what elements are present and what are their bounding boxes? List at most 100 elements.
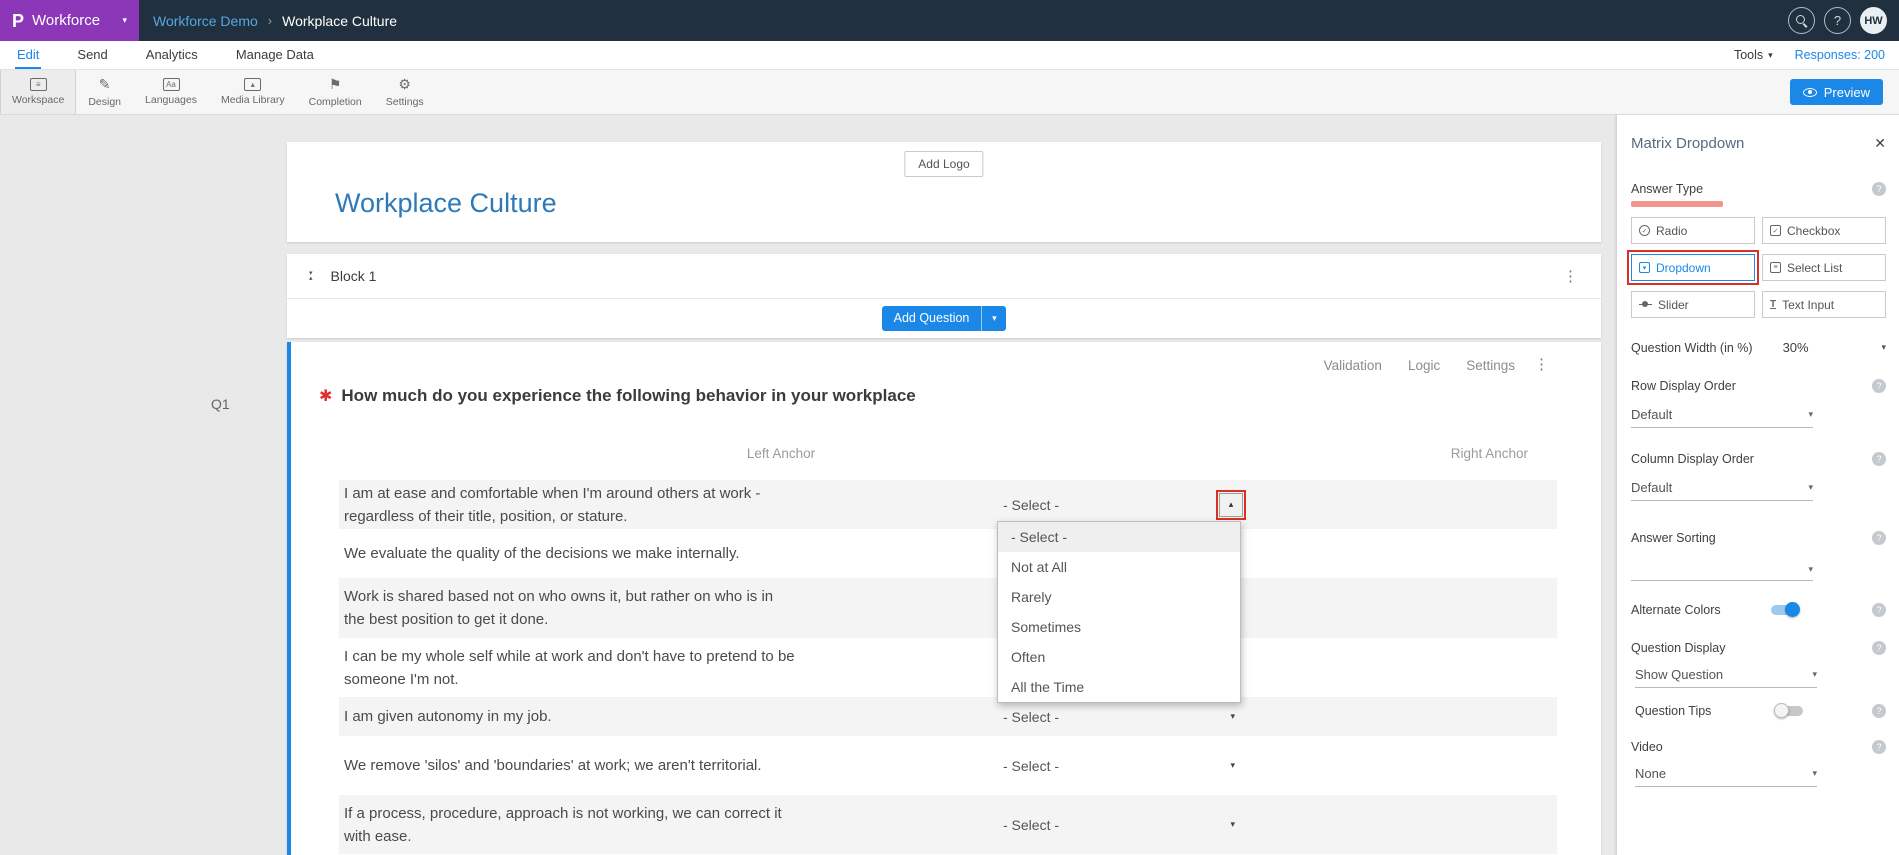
- close-icon[interactable]: ✕: [1874, 135, 1886, 152]
- tool-media-library[interactable]: ▴ Media Library: [209, 70, 297, 114]
- responses-count-link[interactable]: Responses: 200: [1795, 48, 1885, 62]
- left-anchor-label: Left Anchor: [711, 446, 851, 461]
- dropdown-option-select[interactable]: - Select -: [998, 522, 1240, 552]
- product-menu-button[interactable]: P Workforce ▾: [0, 0, 139, 41]
- question-title[interactable]: How much do you experience the following…: [341, 386, 915, 406]
- menu-item-edit[interactable]: Edit: [15, 41, 41, 69]
- builder-toolbar: ≡ Workspace ✎ Design Aa Languages ▴ Medi…: [0, 70, 1899, 115]
- question-width-value[interactable]: 30%: [1783, 340, 1809, 355]
- dropdown-option-sometimes[interactable]: Sometimes: [998, 612, 1240, 642]
- validation-link[interactable]: Validation: [1324, 358, 1382, 373]
- question-tips-row: Question Tips ?: [1635, 704, 1886, 718]
- search-button[interactable]: [1788, 7, 1815, 34]
- settings-gear-icon: ⚙: [398, 76, 411, 93]
- column-display-order-label: Column Display Order: [1631, 452, 1754, 466]
- answer-type-slider[interactable]: Slider: [1631, 291, 1755, 318]
- panel-title: Matrix Dropdown: [1631, 135, 1744, 152]
- help-icon[interactable]: ?: [1872, 704, 1886, 718]
- answer-sorting-select[interactable]: ▾: [1631, 563, 1813, 581]
- breadcrumb-link-survey[interactable]: Workforce Demo: [153, 13, 258, 29]
- help-icon[interactable]: ?: [1872, 379, 1886, 393]
- text-input-icon: T: [1770, 299, 1776, 310]
- answer-type-checkbox[interactable]: ✓ Checkbox: [1762, 217, 1886, 244]
- tools-menu[interactable]: Tools▾: [1734, 48, 1773, 62]
- question-kebab-menu-icon[interactable]: ⋮: [1534, 355, 1549, 373]
- help-icon[interactable]: ?: [1872, 531, 1886, 545]
- properties-panel: Matrix Dropdown ✕ Answer Type ? ✓ Radio …: [1617, 115, 1899, 855]
- video-select[interactable]: None ▾: [1635, 766, 1817, 787]
- answer-sorting-label: Answer Sorting: [1631, 531, 1716, 545]
- dropdown-option-rarely[interactable]: Rarely: [998, 582, 1240, 612]
- chevron-down-icon: ▾: [1812, 670, 1817, 679]
- answer-type-dropdown[interactable]: ▾ Dropdown: [1631, 254, 1755, 281]
- help-icon[interactable]: ?: [1872, 452, 1886, 466]
- answer-type-select-list[interactable]: ≡ Select List: [1762, 254, 1886, 281]
- tool-workspace[interactable]: ≡ Workspace: [0, 70, 76, 114]
- chevron-down-icon: ▾: [1812, 769, 1817, 778]
- question-width-row: Question Width (in %) 30% ▾: [1631, 340, 1886, 355]
- checkbox-icon: ✓: [1770, 225, 1781, 236]
- workspace-icon: ≡: [30, 78, 47, 91]
- dropdown-option-not-at-all[interactable]: Not at All: [998, 552, 1240, 582]
- chevron-down-icon: ▾: [992, 314, 997, 323]
- tool-languages[interactable]: Aa Languages: [133, 70, 209, 114]
- dropdown-option-often[interactable]: Often: [998, 642, 1240, 672]
- row-display-order-label: Row Display Order: [1631, 379, 1736, 393]
- answer-type-text-input[interactable]: T Text Input: [1762, 291, 1886, 318]
- collapse-block-icon[interactable]: ▾▴: [309, 271, 313, 281]
- question-display-select[interactable]: Show Question ▾: [1635, 667, 1817, 688]
- answer-type-grid: ✓ Radio ✓ Checkbox ▾ Dropdown ≡ Select L…: [1631, 217, 1886, 318]
- matrix-row-4: I can be my whole self while at work and…: [339, 638, 1557, 697]
- dropdown-option-all-the-time[interactable]: All the Time: [998, 672, 1240, 702]
- preview-button[interactable]: Preview: [1790, 79, 1883, 105]
- chevron-down-icon[interactable]: ▾: [1881, 343, 1886, 352]
- column-display-order-select[interactable]: Default ▾: [1631, 480, 1813, 501]
- video-label: Video: [1631, 740, 1663, 754]
- search-icon: [1795, 14, 1808, 27]
- tool-settings[interactable]: ⚙ Settings: [374, 70, 436, 114]
- matrix-row-1: I am at ease and comfortable when I'm ar…: [339, 480, 1557, 529]
- row-6-select[interactable]: - Select - ▾: [1003, 758, 1243, 774]
- breadcrumb-current: Workplace Culture: [282, 13, 397, 29]
- add-question-split-button: Add Question ▾: [882, 306, 1007, 331]
- settings-link[interactable]: Settings: [1466, 358, 1515, 373]
- matrix-row-7: If a process, procedure, approach is not…: [339, 795, 1557, 854]
- survey-canvas: Add Logo Workplace Culture ▾▴ Block 1 ⋮ …: [0, 115, 1617, 855]
- alternate-colors-row: Alternate Colors ?: [1631, 603, 1886, 617]
- question-actions: Validation Logic Settings: [1324, 358, 1515, 373]
- alternate-colors-toggle[interactable]: [1771, 603, 1799, 617]
- help-button[interactable]: ?: [1824, 7, 1851, 34]
- tool-completion[interactable]: ⚑ Completion: [297, 70, 374, 114]
- menu-item-analytics[interactable]: Analytics: [144, 41, 200, 69]
- matrix-row-3: Work is shared based not on who owns it,…: [339, 578, 1557, 638]
- menu-item-send[interactable]: Send: [75, 41, 109, 69]
- help-icon[interactable]: ?: [1872, 182, 1886, 196]
- breadcrumb-separator-icon: ›: [268, 13, 272, 28]
- add-logo-button[interactable]: Add Logo: [904, 151, 983, 177]
- matrix-row-5: I am given autonomy in my job. - Select …: [339, 697, 1557, 736]
- help-icon[interactable]: ?: [1872, 603, 1886, 617]
- avatar[interactable]: HW: [1860, 7, 1887, 34]
- row-7-select[interactable]: - Select - ▾: [1003, 817, 1243, 833]
- row-1-select-open[interactable]: - Select - ▴: [1003, 493, 1243, 517]
- eye-icon: [1803, 88, 1817, 97]
- row-display-order-select[interactable]: Default ▾: [1631, 407, 1813, 428]
- help-icon[interactable]: ?: [1872, 641, 1886, 655]
- tool-design[interactable]: ✎ Design: [76, 70, 133, 114]
- logic-link[interactable]: Logic: [1408, 358, 1440, 373]
- help-icon[interactable]: ?: [1872, 740, 1886, 754]
- add-question-button[interactable]: Add Question: [882, 306, 982, 331]
- question-display-label: Question Display: [1631, 641, 1726, 655]
- block-kebab-menu-icon[interactable]: ⋮: [1563, 267, 1579, 285]
- topbar-actions: ? HW: [1788, 7, 1899, 34]
- answer-type-radio[interactable]: ✓ Radio: [1631, 217, 1755, 244]
- question-title-row: ✱ How much do you experience the followi…: [319, 386, 916, 406]
- top-bar: P Workforce ▾ Workforce Demo › Workplace…: [0, 0, 1899, 41]
- question-tips-toggle[interactable]: [1775, 704, 1803, 718]
- menu-item-manage-data[interactable]: Manage Data: [234, 41, 316, 69]
- right-anchor-label: Right Anchor: [1451, 446, 1528, 461]
- chevron-up-button[interactable]: ▴: [1219, 493, 1243, 517]
- add-question-dropdown-button[interactable]: ▾: [981, 306, 1006, 331]
- product-logo-icon: P: [12, 12, 24, 30]
- row-5-select[interactable]: - Select - ▾: [1003, 709, 1243, 725]
